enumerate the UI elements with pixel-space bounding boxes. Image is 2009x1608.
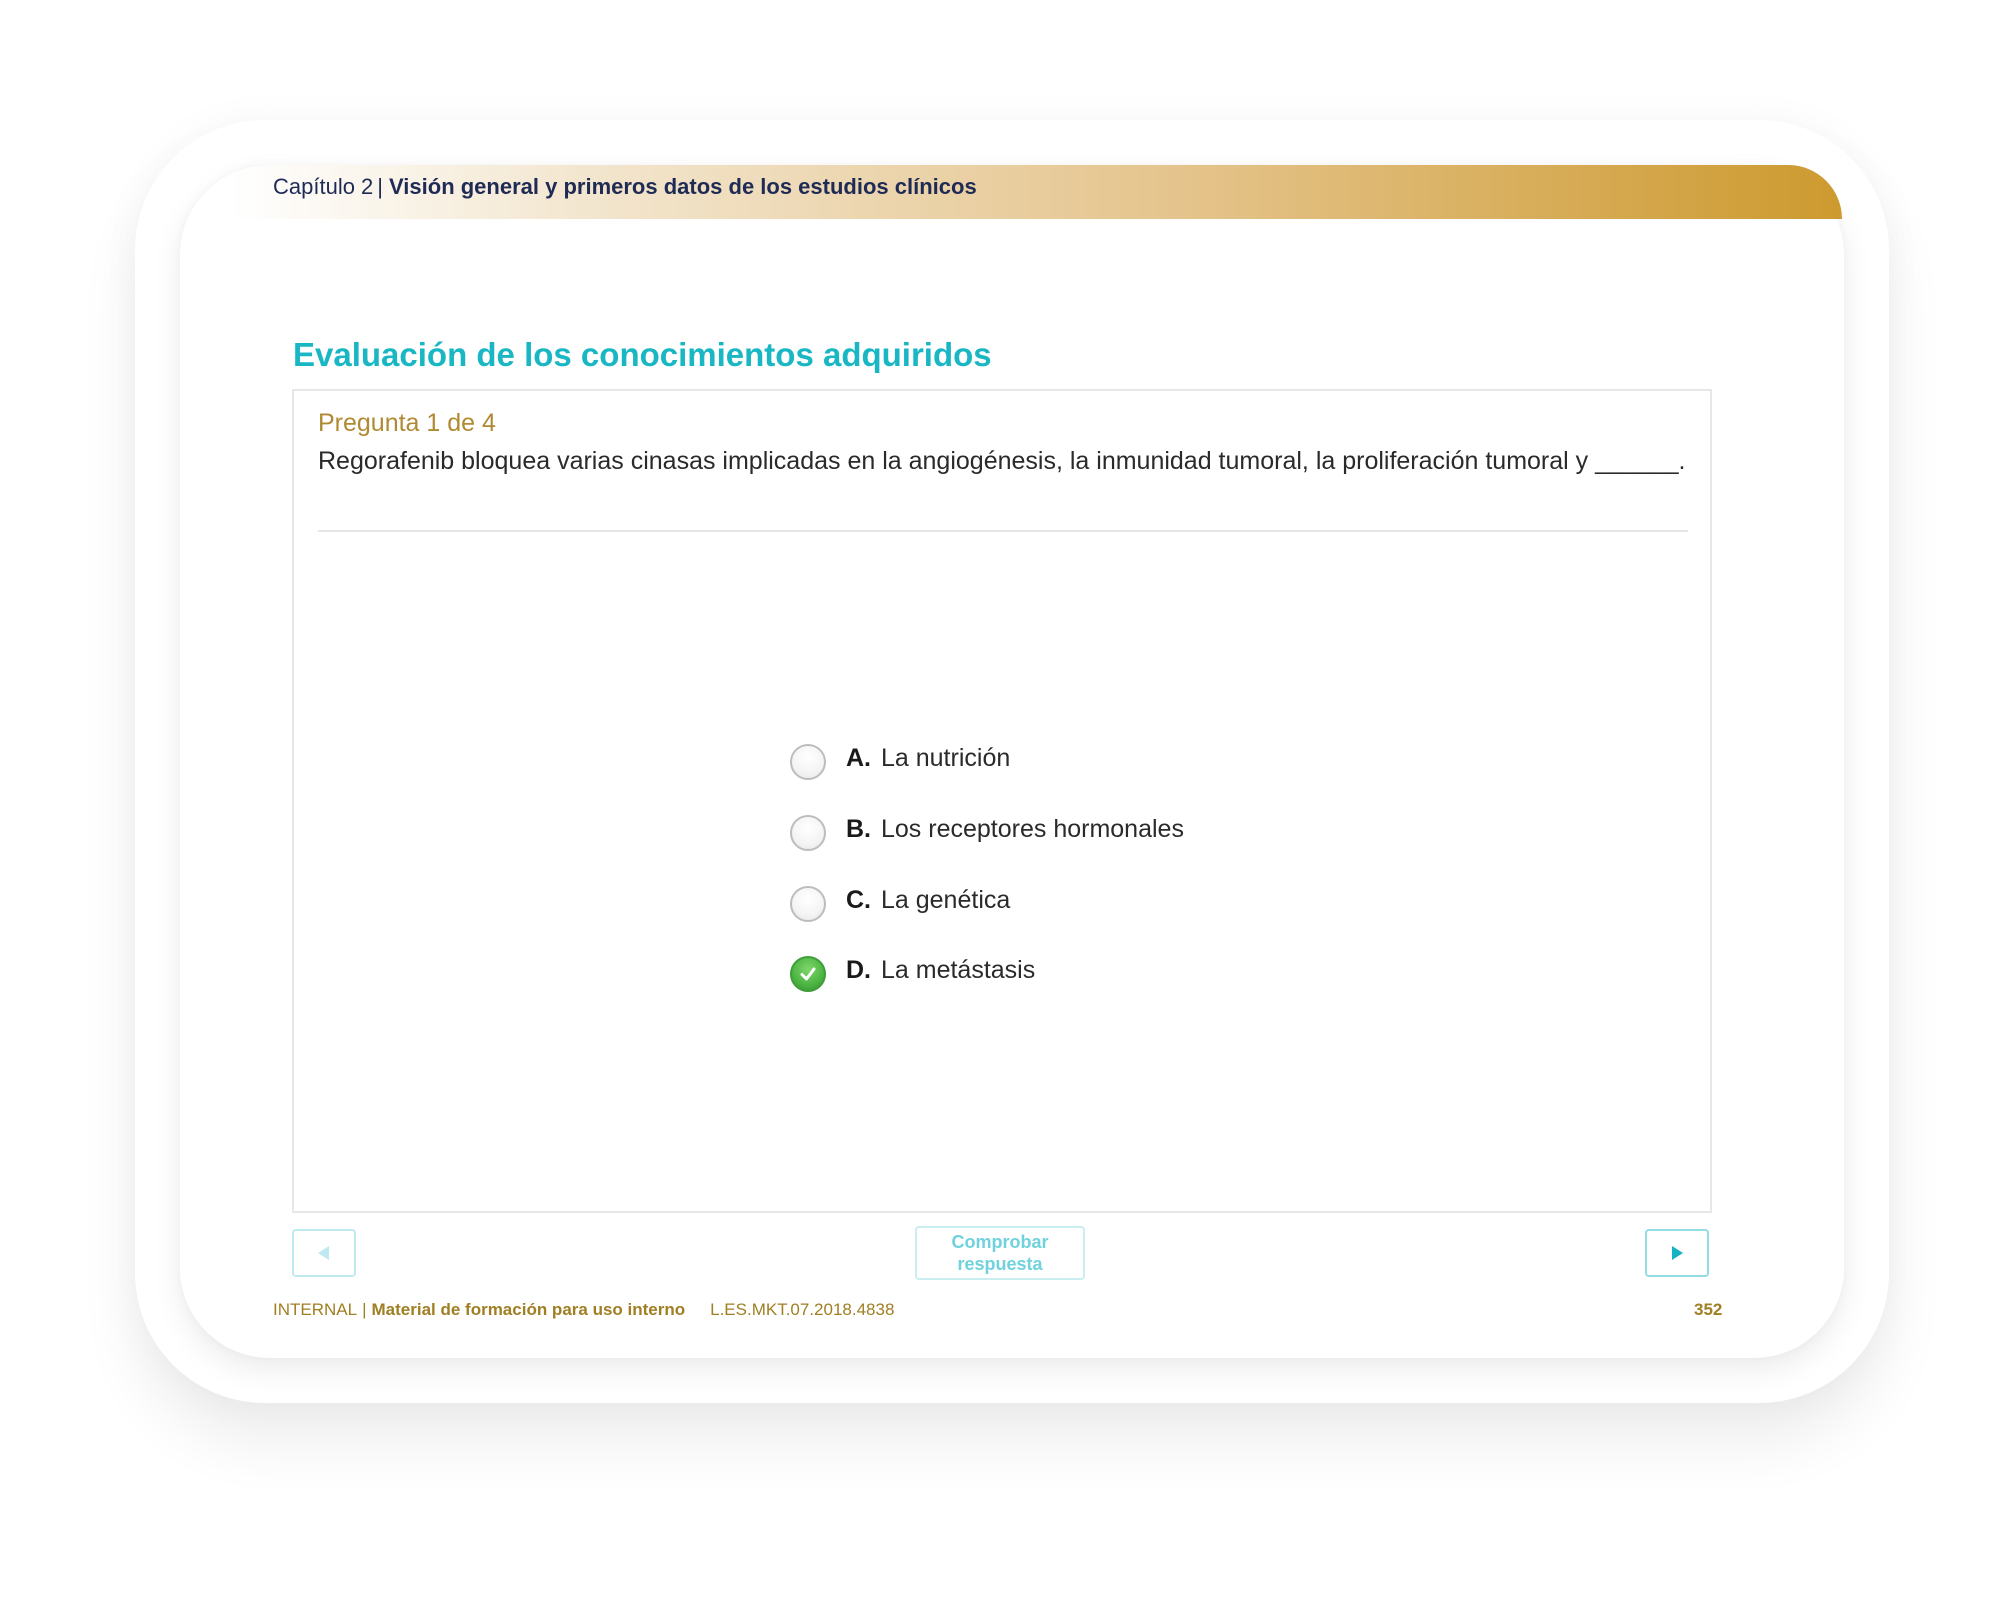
question-divider [318, 530, 1688, 532]
quiz-panel [292, 389, 1712, 1213]
triangle-left-icon [318, 1246, 329, 1260]
checkmark-icon[interactable] [790, 956, 826, 992]
option-label: La nutrición [881, 743, 1011, 772]
chapter-subject: Visión general y primeros datos de los e… [389, 174, 977, 199]
chapter-header: Capítulo 2 | Visión general y primeros dat… [273, 174, 977, 200]
footer-code: L.ES.MKT.07.2018.4838 [710, 1300, 895, 1319]
check-answer-label: Comprobar respuesta [951, 1232, 1049, 1274]
previous-button[interactable] [292, 1229, 356, 1277]
question-text: Regorafenib bloquea varias cinasas impli… [318, 447, 1686, 475]
footer-material-label: Material de formación para uso interno [371, 1300, 686, 1319]
radio-button-icon[interactable] [790, 886, 826, 922]
option-letter: B. [846, 814, 871, 843]
check-answer-button[interactable]: Comprobar respuesta [915, 1226, 1085, 1280]
answer-option-a[interactable]: A. La nutrición [790, 737, 1011, 780]
triangle-right-icon [1672, 1246, 1683, 1260]
answer-option-c[interactable]: C. La genética [790, 879, 1011, 922]
answer-option-b[interactable]: B. Los receptores hormonales [790, 808, 1184, 851]
chapter-label: Capítulo 2 [273, 174, 374, 199]
option-label: La genética [881, 885, 1011, 914]
radio-button-icon[interactable] [790, 815, 826, 851]
page-title: Evaluación de los conocimientos adquirid… [293, 336, 992, 373]
radio-button-icon[interactable] [790, 744, 826, 780]
option-letter: A. [846, 743, 871, 772]
next-button[interactable] [1645, 1229, 1709, 1277]
footer-info: INTERNAL | Material de formación para uso … [273, 1300, 894, 1320]
page-number: 352 [1694, 1300, 1723, 1319]
answer-option-d[interactable]: D. La metástasis [790, 949, 1036, 992]
option-letter: C. [846, 885, 871, 914]
option-label: La metástasis [881, 955, 1036, 984]
footer-internal-label: INTERNAL [273, 1300, 358, 1319]
question-counter: Pregunta 1 de 4 [318, 409, 496, 437]
option-letter: D. [846, 955, 871, 984]
header-separator: | [377, 174, 384, 199]
footer-separator: | [362, 1300, 367, 1319]
option-label: Los receptores hormonales [881, 814, 1184, 843]
